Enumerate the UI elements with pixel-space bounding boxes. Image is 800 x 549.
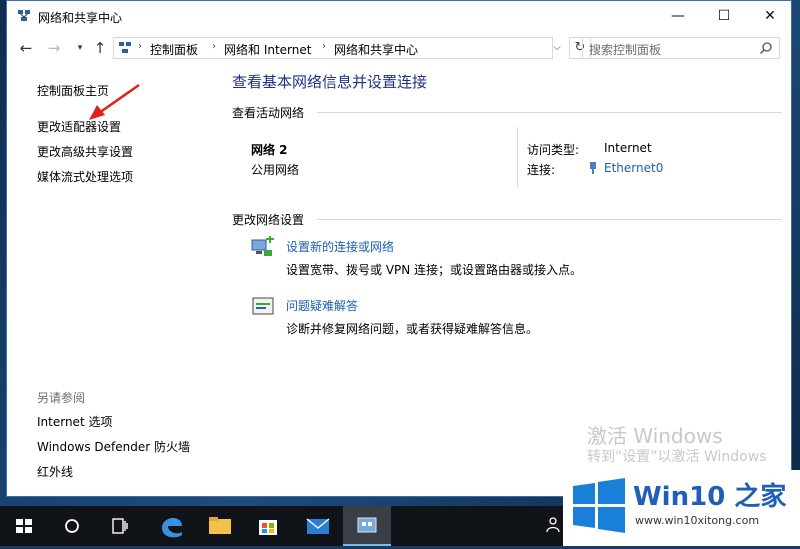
address-bar[interactable]: › 控制面板 › 网络和 Internet › 网络和共享中心 — [113, 37, 553, 59]
back-arrow-icon[interactable]: ← — [17, 39, 35, 57]
title-bar[interactable]: 网络和共享中心 — ☐ ✕ — [7, 1, 791, 31]
connection-ethernet-link[interactable]: Ethernet0 — [604, 161, 663, 175]
see-also-defender-firewall[interactable]: Windows Defender 防火墙 — [37, 438, 190, 455]
task-view-icon — [112, 518, 128, 534]
breadcrumb-control-panel[interactable]: 控制面板 — [150, 41, 198, 58]
troubleshoot-problems-link[interactable]: 问题疑难解答 — [286, 297, 358, 314]
troubleshoot-problems-desc: 诊断并修复网络问题，或者获得疑难解答信息。 — [286, 322, 539, 336]
cortana-button[interactable] — [48, 506, 96, 546]
recent-locations-chevron-icon[interactable]: ▾ — [71, 39, 89, 57]
maximize-button[interactable]: ☐ — [701, 1, 747, 31]
network-center-icon — [18, 10, 30, 21]
cortana-circle-icon — [65, 519, 79, 533]
logo-text: Win10 之家 — [633, 482, 787, 512]
window-title: 网络和共享中心 — [38, 11, 123, 25]
windows-logo-icon — [16, 519, 32, 533]
access-type-label: 访问类型: — [527, 143, 580, 157]
forward-arrow-icon[interactable]: → — [45, 39, 63, 57]
network-type: 公用网络 — [251, 163, 300, 177]
troubleshoot-icon — [252, 297, 274, 315]
sidebar-item-advanced-sharing-settings[interactable]: 更改高级共享设置 — [37, 143, 133, 160]
search-placeholder: 搜索控制面板 — [589, 43, 662, 57]
activate-windows-watermark: 激活 Windows — [587, 424, 723, 448]
see-also-heading: 另请参阅 — [37, 391, 86, 405]
new-connection-icon — [251, 236, 274, 256]
people-icon[interactable] — [546, 516, 562, 534]
mail-taskbar-button[interactable] — [294, 506, 342, 546]
logo-url: www.win10xitong.com — [635, 514, 760, 527]
control-panel-icon — [119, 42, 131, 53]
task-view-button[interactable] — [96, 506, 144, 546]
minimize-button[interactable]: — — [655, 1, 701, 31]
store-bag-icon — [259, 520, 277, 535]
store-taskbar-button[interactable] — [244, 506, 292, 546]
mail-envelope-icon — [306, 518, 330, 534]
start-button[interactable] — [0, 506, 48, 546]
up-arrow-icon[interactable]: ↑ — [91, 39, 109, 57]
win10-home-logo: Win10 之家 www.win10xitong.com — [563, 470, 800, 546]
breadcrumb-separator-icon[interactable]: › — [322, 41, 326, 52]
breadcrumb-network-sharing-center[interactable]: 网络和共享中心 — [334, 41, 418, 58]
see-also-internet-options[interactable]: Internet 选项 — [37, 413, 112, 430]
edge-taskbar-button[interactable] — [148, 506, 196, 546]
change-settings-heading: 更改网络设置 — [232, 213, 305, 227]
close-button[interactable]: ✕ — [747, 1, 791, 31]
ethernet-icon — [590, 162, 596, 174]
divider — [317, 219, 782, 220]
setup-new-connection-desc: 设置宽带、拨号或 VPN 连接；或设置路由器或接入点。 — [286, 263, 583, 277]
navigation-bar: ← → ▾ ↑ › 控制面板 › 网络和 Internet › 网络和共享中心 … — [7, 31, 791, 65]
breadcrumb-separator-icon[interactable]: › — [138, 41, 142, 52]
network-sharing-center-window: 网络和共享中心 — ☐ ✕ ← → ▾ ↑ › 控制面板 › 网络和 Inter… — [6, 0, 792, 497]
divider — [317, 112, 782, 113]
address-dropdown-icon[interactable]: ⌵ — [547, 37, 567, 59]
page-title: 查看基本网络信息并设置连接 — [232, 73, 428, 91]
breadcrumb-separator-icon[interactable]: › — [212, 41, 216, 52]
network-center-icon — [357, 517, 377, 533]
access-type-value: Internet — [604, 141, 652, 155]
breadcrumb-network-internet[interactable]: 网络和 Internet — [224, 41, 311, 58]
activate-windows-hint: 转到“设置”以激活 Windows — [587, 449, 767, 465]
search-icon[interactable] — [759, 41, 773, 55]
file-explorer-taskbar-button[interactable] — [196, 506, 244, 546]
vertical-divider — [517, 127, 518, 187]
red-arrow-annotation-icon — [89, 83, 140, 120]
edge-browser-icon — [162, 517, 182, 538]
folder-icon — [209, 517, 231, 534]
sidebar-item-media-streaming[interactable]: 媒体流式处理选项 — [37, 168, 133, 185]
see-also-infrared[interactable]: 红外线 — [37, 463, 73, 480]
connection-label: 连接: — [527, 163, 556, 177]
network-center-taskbar-button[interactable] — [343, 506, 391, 546]
windows-logo-icon — [573, 478, 625, 533]
network-name: 网络 2 — [251, 143, 288, 157]
active-networks-heading: 查看活动网络 — [232, 106, 305, 120]
search-input[interactable]: 搜索控制面板 — [582, 37, 780, 59]
setup-new-connection-link[interactable]: 设置新的连接或网络 — [286, 238, 394, 255]
